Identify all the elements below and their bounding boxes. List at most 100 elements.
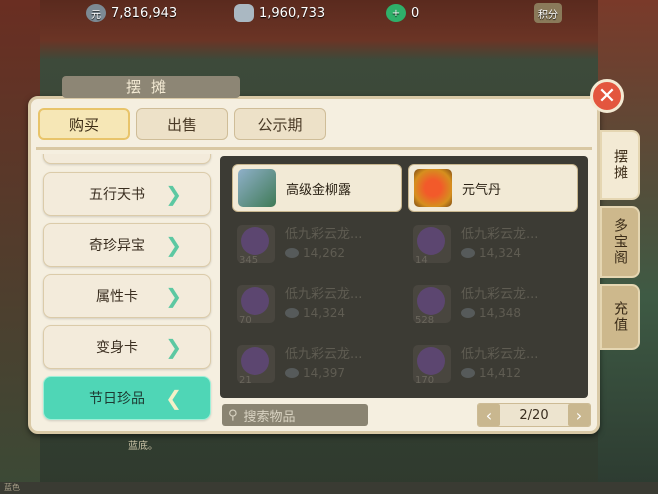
silver-coin-icon: 元: [86, 4, 106, 22]
item-name: 元气丹: [462, 182, 502, 198]
bottom-hint-text: 蓝底。: [128, 441, 158, 452]
item-thumb: 70: [237, 285, 275, 326]
category-label: 属性卡: [96, 289, 138, 305]
jade-amount: 0: [411, 5, 420, 21]
item-name: 低九彩云龙...: [461, 287, 539, 302]
orb-icon: [241, 287, 269, 315]
item-card-dimmed[interactable]: 170 低九彩云龙... 14,412: [408, 340, 578, 388]
category-list[interactable]: 五行天书 ❯ 奇珍异宝 ❯ 属性卡 ❯ 变身卡 ❯ 节日珍品 ❮: [40, 154, 214, 428]
orb-icon: [241, 347, 269, 375]
orb-icon: [417, 347, 445, 375]
close-button[interactable]: ✕: [590, 79, 624, 113]
item-name: 低九彩云龙...: [285, 347, 363, 362]
item-card-dimmed[interactable]: 70 低九彩云龙... 14,324: [232, 280, 402, 328]
item-name: 低九彩云龙...: [461, 347, 539, 362]
side-tab-label: 摆摊: [612, 149, 628, 181]
chevron-right-icon: ❯: [165, 284, 182, 308]
bottom-strip: [0, 482, 658, 494]
side-tab-stall[interactable]: 摆摊: [600, 130, 640, 200]
points-label: 积分: [538, 9, 558, 21]
item-price: 14,324: [303, 306, 345, 320]
item-price: 14,324: [479, 246, 521, 260]
gold-amount: 1,960,733: [259, 5, 326, 21]
item-thumb: 345: [237, 225, 275, 266]
coin-icon: [461, 368, 475, 378]
willow-dew-icon: [238, 169, 276, 207]
tab-buy[interactable]: 购买: [38, 108, 130, 140]
item-card-dimmed[interactable]: 14 低九彩云龙... 14,324: [408, 220, 578, 268]
category-label: 节日珍品: [89, 391, 145, 407]
coin-icon: [461, 248, 475, 258]
item-price: 14,397: [303, 366, 345, 380]
tab-bar: 购买 出售 公示期: [38, 108, 326, 140]
item-qty: 21: [239, 375, 252, 386]
side-tab-label: 多宝阁: [612, 218, 628, 266]
category-item[interactable]: 变身卡 ❯: [43, 325, 211, 369]
item-thumb: 170: [413, 345, 451, 386]
ingot-icon: [234, 4, 254, 22]
close-icon: ✕: [597, 83, 617, 109]
category-label: 变身卡: [96, 340, 138, 356]
orb-icon: [417, 287, 445, 315]
silver-amount: 7,816,943: [111, 5, 178, 21]
chevron-right-icon: ❯: [165, 182, 182, 206]
category-item[interactable]: 五行天书 ❯: [43, 172, 211, 216]
category-item[interactable]: 属性卡 ❯: [43, 274, 211, 318]
item-card-dimmed[interactable]: 345 低九彩云龙... 14,262: [232, 220, 402, 268]
item-card-dimmed[interactable]: 21 低九彩云龙... 14,397: [232, 340, 402, 388]
pagination: ‹ 2/20 ›: [477, 403, 591, 427]
chevron-right-icon: ❯: [165, 335, 182, 359]
search-icon: ⚲: [228, 407, 238, 423]
category-item[interactable]: 奇珍异宝 ❯: [43, 223, 211, 267]
item-qty: 14: [415, 255, 428, 266]
category-item-active[interactable]: 节日珍品 ❮: [43, 376, 211, 420]
coin-icon: [461, 308, 475, 318]
category-label: 奇珍异宝: [89, 238, 145, 254]
item-card[interactable]: 元气丹: [408, 164, 578, 212]
gold-counter: 1,960,733: [234, 3, 325, 23]
jade-counter: + 0: [386, 3, 419, 23]
item-price: 14,412: [479, 366, 521, 380]
side-tab-label: 充值: [612, 301, 628, 333]
item-qty: 345: [239, 255, 259, 266]
item-price: 14,348: [479, 306, 521, 320]
tab-public-period[interactable]: 公示期: [234, 108, 326, 140]
chevron-right-icon: ❯: [165, 233, 182, 257]
item-price: 14,262: [303, 246, 345, 260]
item-grid: 高级金柳露 元气丹 345 低九彩云龙... 14,262 14 低九彩云龙...…: [220, 156, 588, 398]
item-qty: 170: [415, 375, 435, 386]
category-label: 五行天书: [89, 187, 145, 203]
orb-icon: [417, 227, 445, 255]
item-name: 高级金柳露: [286, 182, 352, 198]
category-item-partial[interactable]: [43, 154, 211, 164]
panel-title: 摆摊: [62, 76, 240, 98]
side-tab-recharge[interactable]: 充值: [600, 284, 640, 350]
resource-bar: 元 7,816,943 1,960,733 + 0 积分: [0, 0, 658, 26]
item-name: 低九彩云龙...: [285, 287, 363, 302]
points-button[interactable]: 积分: [534, 3, 562, 23]
item-name: 低九彩云龙...: [285, 227, 363, 242]
next-page-button[interactable]: ›: [567, 404, 590, 426]
search-placeholder: 搜索物品: [243, 409, 296, 425]
tab-sell[interactable]: 出售: [136, 108, 228, 140]
chevron-left-icon: ❮: [165, 386, 182, 410]
search-input[interactable]: ⚲ 搜索物品: [222, 404, 368, 426]
item-thumb: 528: [413, 285, 451, 326]
prev-page-button[interactable]: ‹: [478, 404, 500, 426]
page-indicator: 2/20: [519, 407, 549, 423]
jade-plus-icon[interactable]: +: [386, 4, 406, 22]
vitality-pill-icon: [414, 169, 452, 207]
item-qty: 70: [239, 315, 252, 326]
orb-icon: [241, 227, 269, 255]
coin-icon: [285, 248, 299, 258]
item-card-dimmed[interactable]: 528 低九彩云龙... 14,348: [408, 280, 578, 328]
item-qty: 528: [415, 315, 435, 326]
item-thumb: 14: [413, 225, 451, 266]
coin-icon: [285, 368, 299, 378]
tab-divider: [36, 147, 592, 150]
item-card[interactable]: 高级金柳露: [232, 164, 402, 212]
side-tab-treasure[interactable]: 多宝阁: [600, 206, 640, 278]
bottom-label: 蓝色: [4, 483, 20, 492]
silver-counter: 元 7,816,943: [86, 3, 177, 23]
item-name: 低九彩云龙...: [461, 227, 539, 242]
